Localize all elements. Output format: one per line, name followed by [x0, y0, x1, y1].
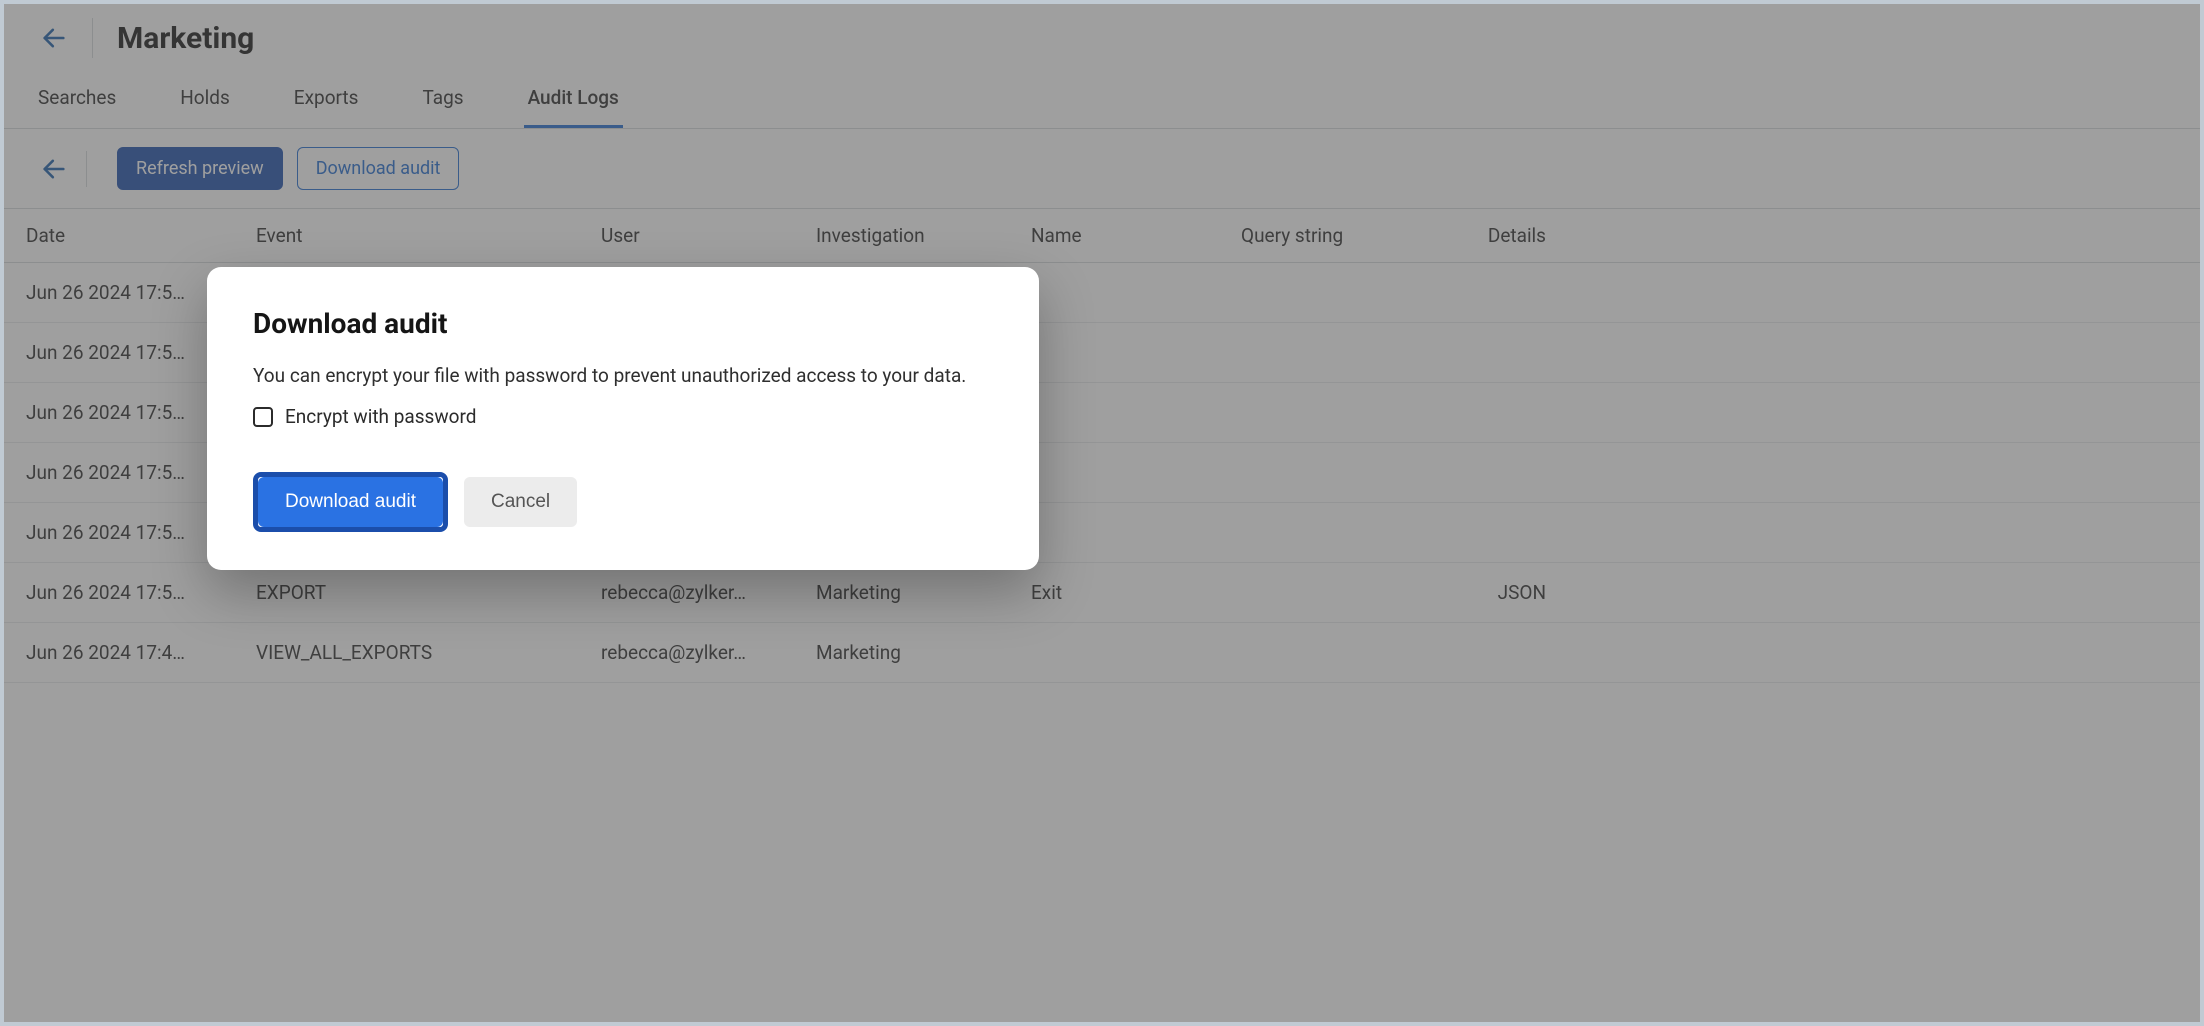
download-audit-modal: Download audit You can encrypt your file… [207, 267, 1039, 570]
encrypt-checkbox-row[interactable]: Encrypt with password [253, 405, 993, 428]
modal-title: Download audit [253, 307, 993, 340]
modal-actions: Download audit Cancel [253, 472, 993, 532]
modal-description: You can encrypt your file with password … [253, 364, 993, 387]
modal-cancel-button[interactable]: Cancel [464, 477, 577, 527]
primary-action-highlight: Download audit [253, 472, 448, 532]
encrypt-checkbox[interactable] [253, 407, 273, 427]
modal-download-button[interactable]: Download audit [258, 477, 443, 527]
encrypt-checkbox-label[interactable]: Encrypt with password [285, 405, 476, 428]
